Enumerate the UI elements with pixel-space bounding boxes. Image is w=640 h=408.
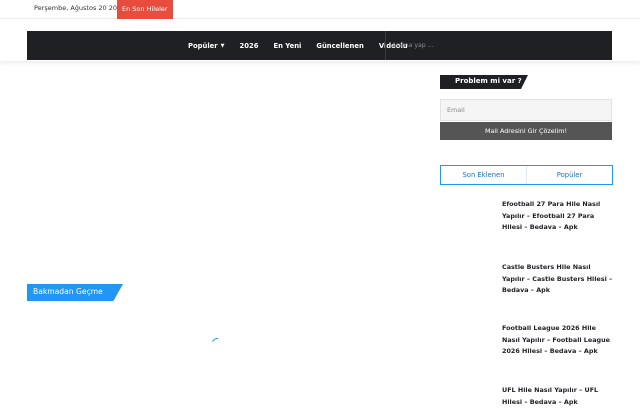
post-link[interactable]: Football League 2026 Hile Nasıl Yapılır … [502, 323, 614, 358]
nav-item-updated[interactable]: Güncellenen [316, 42, 363, 50]
main-navigation: Popüler ▼ 2026 En Yeni Güncellenen Video… [27, 31, 612, 60]
latest-cheats-badge[interactable]: En Son Hileler [117, 0, 173, 19]
nav-item-label: 2026 [239, 41, 259, 50]
current-date: Perşembe, Ağustos 20 2026 [34, 4, 126, 12]
search-input[interactable] [386, 31, 612, 60]
post-link[interactable]: Efootball 27 Para Hile Nasıl Yapılır – E… [502, 199, 614, 234]
nav-item-label: Popüler [188, 41, 218, 50]
nav-item-popular[interactable]: Popüler ▼ [188, 42, 225, 50]
post-tabs: Son Eklenen Popüler [440, 165, 613, 185]
post-link[interactable]: UFL Hile Nasıl Yapılır – UFL Hilesi – Be… [502, 385, 614, 408]
submit-email-button[interactable]: Mail Adresini Gir Çözelim! [440, 122, 612, 140]
nav-item-2026[interactable]: 2026 [240, 42, 259, 50]
nav-item-newest[interactable]: En Yeni [273, 42, 301, 50]
nav-item-label: Güncellenen [316, 41, 364, 50]
tab-popular[interactable]: Popüler [526, 166, 612, 184]
nav-item-label: En Yeni [273, 41, 302, 50]
widget-title-text: Problem mi var ? [455, 77, 522, 85]
loading-spinner-icon [210, 336, 224, 350]
search-box [385, 31, 612, 60]
post-link[interactable]: Castle Busters Hile Nasıl Yapılır – Cast… [502, 262, 614, 297]
tab-latest[interactable]: Son Eklenen [441, 166, 526, 184]
email-field[interactable] [440, 99, 612, 121]
section-label-text: Bakmadan Geçme [33, 287, 103, 296]
top-bar: Perşembe, Ağustos 20 2026 En Son Hileler [0, 0, 640, 19]
caret-down-icon: ▼ [220, 42, 225, 49]
